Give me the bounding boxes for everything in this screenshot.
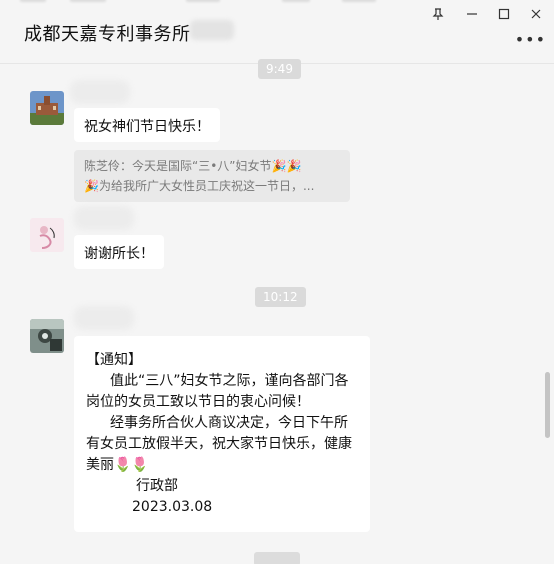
notice-heading: 【通知】 xyxy=(86,352,142,368)
quoted-message[interactable]: 陈芝伶：今天是国际“三•八”妇女节🎉🎉 🎉为给我所广大女性员工庆祝这一节日，..… xyxy=(74,150,350,202)
message-bubble[interactable]: 谢谢所长！ xyxy=(74,235,164,269)
top-cutoff-text xyxy=(186,0,220,2)
message-text: 祝女神们节日快乐！ xyxy=(84,119,210,135)
more-options-icon[interactable]: ••• xyxy=(515,30,546,49)
maximize-icon[interactable] xyxy=(496,7,512,23)
pin-icon[interactable] xyxy=(430,7,446,23)
sender-name-redacted xyxy=(70,80,130,104)
timestamp: 10:12 xyxy=(255,287,306,307)
notice-paragraph: 经事务所合伙人商议决定，今日下午所有女员工放假半天，祝大家节日快乐，健康美丽🌷🌷 xyxy=(86,415,352,473)
avatar[interactable] xyxy=(30,218,64,252)
quote-line: 🎉为给我所广大女性员工庆祝这一节日，... xyxy=(84,179,315,193)
sender-name-redacted xyxy=(74,206,134,230)
message-bubble[interactable]: 祝女神们节日快乐！ xyxy=(74,108,220,142)
top-cutoff-text xyxy=(70,0,106,2)
notice-paragraph: 值此“三八”妇女节之际，谨向各部门各岗位的女员工致以节日的衷心问候！ xyxy=(86,373,349,410)
top-cutoff-text xyxy=(342,0,376,2)
close-icon[interactable] xyxy=(528,7,544,23)
minimize-icon[interactable] xyxy=(464,7,480,23)
message-text: 谢谢所长！ xyxy=(84,246,154,262)
timestamp: 9:49 xyxy=(258,59,301,79)
notice-signature: 行政部 xyxy=(136,478,178,494)
top-cutoff-text xyxy=(282,0,310,2)
notice-message-bubble[interactable]: 【通知】 值此“三八”妇女节之际，谨向各部门各岗位的女员工致以节日的衷心问候！ … xyxy=(74,336,370,532)
top-cutoff-text xyxy=(20,0,46,2)
sender-name-redacted xyxy=(74,306,134,330)
quote-line: 陈芝伶：今天是国际“三•八”妇女节🎉🎉 xyxy=(84,159,302,173)
avatar[interactable] xyxy=(30,91,64,125)
scrollbar[interactable] xyxy=(545,372,550,438)
next-timestamp-partial xyxy=(254,552,300,564)
title-redacted xyxy=(190,20,234,40)
notice-date: 2023.03.08 xyxy=(132,499,213,515)
title-bar: 成都天嘉专利事务所 ••• xyxy=(0,0,554,64)
chat-title: 成都天嘉专利事务所 xyxy=(24,24,191,45)
avatar[interactable] xyxy=(30,319,64,353)
